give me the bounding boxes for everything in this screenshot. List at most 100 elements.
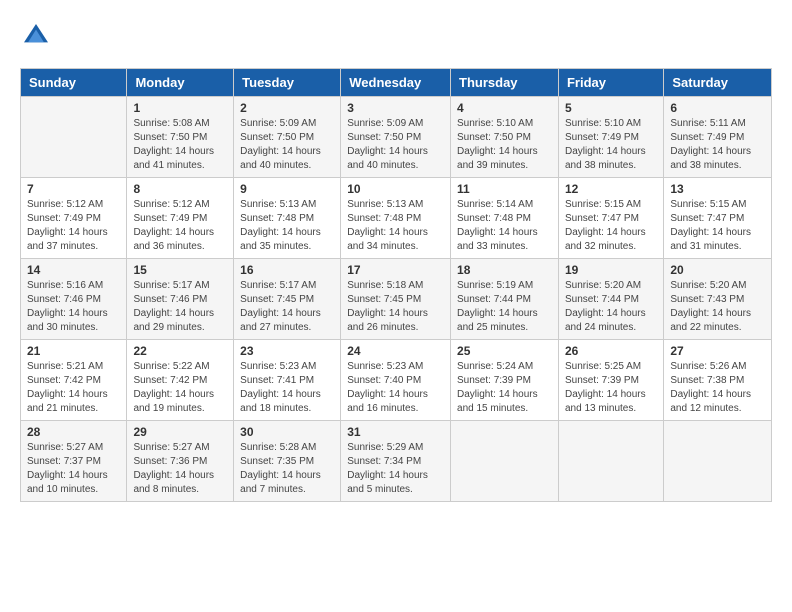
day-detail: Sunrise: 5:27 AMSunset: 7:36 PMDaylight:… xyxy=(133,441,227,497)
day-cell: 23 Sunrise: 5:23 AMSunset: 7:41 PMDayligh… xyxy=(234,340,341,421)
header-tuesday: Tuesday xyxy=(234,69,341,97)
day-detail: Sunrise: 5:14 AMSunset: 7:48 PMDaylight:… xyxy=(457,198,552,254)
day-cell: 15Sunrise: 5:17 AMSunset: 7:46 PMDayligh… xyxy=(127,259,234,340)
day-detail: Sunrise: 5:23 AMSunset: 7:40 PMDaylight:… xyxy=(347,360,444,416)
day-detail: Sunrise: 5:15 AMSunset: 7:47 PMDaylight:… xyxy=(565,198,657,254)
day-number: 22 xyxy=(133,344,227,358)
day-detail: Sunrise: 5:15 AMSunset: 7:47 PMDaylight:… xyxy=(670,198,765,254)
day-cell: 25 Sunrise: 5:24 AMSunset: 7:39 PMDayligh… xyxy=(451,340,559,421)
day-number: 14 xyxy=(27,263,120,277)
week-row-1: 1 Sunrise: 5:08 AMSunset: 7:50 PMDaylight… xyxy=(21,97,772,178)
day-number: 16 xyxy=(240,263,334,277)
day-cell: 14Sunrise: 5:16 AMSunset: 7:46 PMDayligh… xyxy=(21,259,127,340)
day-cell: 13 Sunrise: 5:15 AMSunset: 7:47 PMDayligh… xyxy=(664,178,772,259)
day-detail: Sunrise: 5:29 AMSunset: 7:34 PMDaylight:… xyxy=(347,441,444,497)
day-number: 26 xyxy=(565,344,657,358)
day-number: 30 xyxy=(240,425,334,439)
day-detail: Sunrise: 5:10 AMSunset: 7:50 PMDaylight:… xyxy=(457,117,552,173)
day-number: 7 xyxy=(27,182,120,196)
day-cell: 9 Sunrise: 5:13 AMSunset: 7:48 PMDaylight… xyxy=(234,178,341,259)
day-cell xyxy=(451,421,559,502)
day-number: 25 xyxy=(457,344,552,358)
day-cell: 3Sunrise: 5:09 AMSunset: 7:50 PMDaylight… xyxy=(341,97,451,178)
day-detail: Sunrise: 5:18 AMSunset: 7:45 PMDaylight:… xyxy=(347,279,444,335)
day-cell: 8 Sunrise: 5:12 AMSunset: 7:49 PMDaylight… xyxy=(127,178,234,259)
day-detail: Sunrise: 5:21 AMSunset: 7:42 PMDaylight:… xyxy=(27,360,120,416)
header-monday: Monday xyxy=(127,69,234,97)
day-cell: 1 Sunrise: 5:08 AMSunset: 7:50 PMDaylight… xyxy=(127,97,234,178)
week-row-4: 21 Sunrise: 5:21 AMSunset: 7:42 PMDayligh… xyxy=(21,340,772,421)
day-number: 13 xyxy=(670,182,765,196)
day-number: 8 xyxy=(133,182,227,196)
day-cell: 2Sunrise: 5:09 AMSunset: 7:50 PMDaylight… xyxy=(234,97,341,178)
day-number: 29 xyxy=(133,425,227,439)
day-number: 11 xyxy=(457,182,552,196)
day-detail: Sunrise: 5:17 AMSunset: 7:45 PMDaylight:… xyxy=(240,279,334,335)
day-number: 18 xyxy=(457,263,552,277)
calendar-table: SundayMondayTuesdayWednesdayThursdayFrid… xyxy=(20,68,772,502)
day-cell: 19 Sunrise: 5:20 AMSunset: 7:44 PMDayligh… xyxy=(558,259,663,340)
week-row-3: 14Sunrise: 5:16 AMSunset: 7:46 PMDayligh… xyxy=(21,259,772,340)
day-cell: 29 Sunrise: 5:27 AMSunset: 7:36 PMDayligh… xyxy=(127,421,234,502)
day-cell: 6Sunrise: 5:11 AMSunset: 7:49 PMDaylight… xyxy=(664,97,772,178)
week-row-2: 7 Sunrise: 5:12 AMSunset: 7:49 PMDaylight… xyxy=(21,178,772,259)
day-cell xyxy=(21,97,127,178)
day-cell xyxy=(664,421,772,502)
day-detail: Sunrise: 5:25 AMSunset: 7:39 PMDaylight:… xyxy=(565,360,657,416)
day-cell: 11 Sunrise: 5:14 AMSunset: 7:48 PMDayligh… xyxy=(451,178,559,259)
day-detail: Sunrise: 5:20 AMSunset: 7:44 PMDaylight:… xyxy=(565,279,657,335)
day-cell: 24 Sunrise: 5:23 AMSunset: 7:40 PMDayligh… xyxy=(341,340,451,421)
day-detail: Sunrise: 5:13 AMSunset: 7:48 PMDaylight:… xyxy=(240,198,334,254)
day-number: 9 xyxy=(240,182,334,196)
day-cell: 5 Sunrise: 5:10 AMSunset: 7:49 PMDaylight… xyxy=(558,97,663,178)
day-detail: Sunrise: 5:26 AMSunset: 7:38 PMDaylight:… xyxy=(670,360,765,416)
header-wednesday: Wednesday xyxy=(341,69,451,97)
day-detail: Sunrise: 5:22 AMSunset: 7:42 PMDaylight:… xyxy=(133,360,227,416)
day-number: 3 xyxy=(347,101,444,115)
day-number: 1 xyxy=(133,101,227,115)
day-detail: Sunrise: 5:12 AMSunset: 7:49 PMDaylight:… xyxy=(133,198,227,254)
week-row-5: 28Sunrise: 5:27 AMSunset: 7:37 PMDayligh… xyxy=(21,421,772,502)
day-cell: 12Sunrise: 5:15 AMSunset: 7:47 PMDayligh… xyxy=(558,178,663,259)
logo xyxy=(20,20,56,52)
day-detail: Sunrise: 5:12 AMSunset: 7:49 PMDaylight:… xyxy=(27,198,120,254)
day-detail: Sunrise: 5:24 AMSunset: 7:39 PMDaylight:… xyxy=(457,360,552,416)
day-number: 27 xyxy=(670,344,765,358)
day-number: 19 xyxy=(565,263,657,277)
day-cell: 7 Sunrise: 5:12 AMSunset: 7:49 PMDaylight… xyxy=(21,178,127,259)
day-number: 24 xyxy=(347,344,444,358)
day-cell: 22 Sunrise: 5:22 AMSunset: 7:42 PMDayligh… xyxy=(127,340,234,421)
day-detail: Sunrise: 5:10 AMSunset: 7:49 PMDaylight:… xyxy=(565,117,657,173)
header-friday: Friday xyxy=(558,69,663,97)
day-cell: 10Sunrise: 5:13 AMSunset: 7:48 PMDayligh… xyxy=(341,178,451,259)
header-saturday: Saturday xyxy=(664,69,772,97)
day-detail: Sunrise: 5:08 AMSunset: 7:50 PMDaylight:… xyxy=(133,117,227,173)
day-number: 10 xyxy=(347,182,444,196)
day-cell: 18 Sunrise: 5:19 AMSunset: 7:44 PMDayligh… xyxy=(451,259,559,340)
day-number: 2 xyxy=(240,101,334,115)
logo-icon xyxy=(20,20,52,52)
day-detail: Sunrise: 5:28 AMSunset: 7:35 PMDaylight:… xyxy=(240,441,334,497)
calendar-header-row: SundayMondayTuesdayWednesdayThursdayFrid… xyxy=(21,69,772,97)
header-thursday: Thursday xyxy=(451,69,559,97)
day-cell: 28Sunrise: 5:27 AMSunset: 7:37 PMDayligh… xyxy=(21,421,127,502)
day-number: 23 xyxy=(240,344,334,358)
day-detail: Sunrise: 5:20 AMSunset: 7:43 PMDaylight:… xyxy=(670,279,765,335)
day-number: 5 xyxy=(565,101,657,115)
day-cell: 17 Sunrise: 5:18 AMSunset: 7:45 PMDayligh… xyxy=(341,259,451,340)
day-cell: 27 Sunrise: 5:26 AMSunset: 7:38 PMDayligh… xyxy=(664,340,772,421)
day-cell: 26 Sunrise: 5:25 AMSunset: 7:39 PMDayligh… xyxy=(558,340,663,421)
day-detail: Sunrise: 5:27 AMSunset: 7:37 PMDaylight:… xyxy=(27,441,120,497)
day-number: 20 xyxy=(670,263,765,277)
day-number: 21 xyxy=(27,344,120,358)
day-cell: 31Sunrise: 5:29 AMSunset: 7:34 PMDayligh… xyxy=(341,421,451,502)
day-detail: Sunrise: 5:23 AMSunset: 7:41 PMDaylight:… xyxy=(240,360,334,416)
day-number: 17 xyxy=(347,263,444,277)
day-cell xyxy=(558,421,663,502)
day-detail: Sunrise: 5:17 AMSunset: 7:46 PMDaylight:… xyxy=(133,279,227,335)
page-header xyxy=(20,20,772,52)
day-detail: Sunrise: 5:11 AMSunset: 7:49 PMDaylight:… xyxy=(670,117,765,173)
day-detail: Sunrise: 5:19 AMSunset: 7:44 PMDaylight:… xyxy=(457,279,552,335)
day-number: 4 xyxy=(457,101,552,115)
header-sunday: Sunday xyxy=(21,69,127,97)
